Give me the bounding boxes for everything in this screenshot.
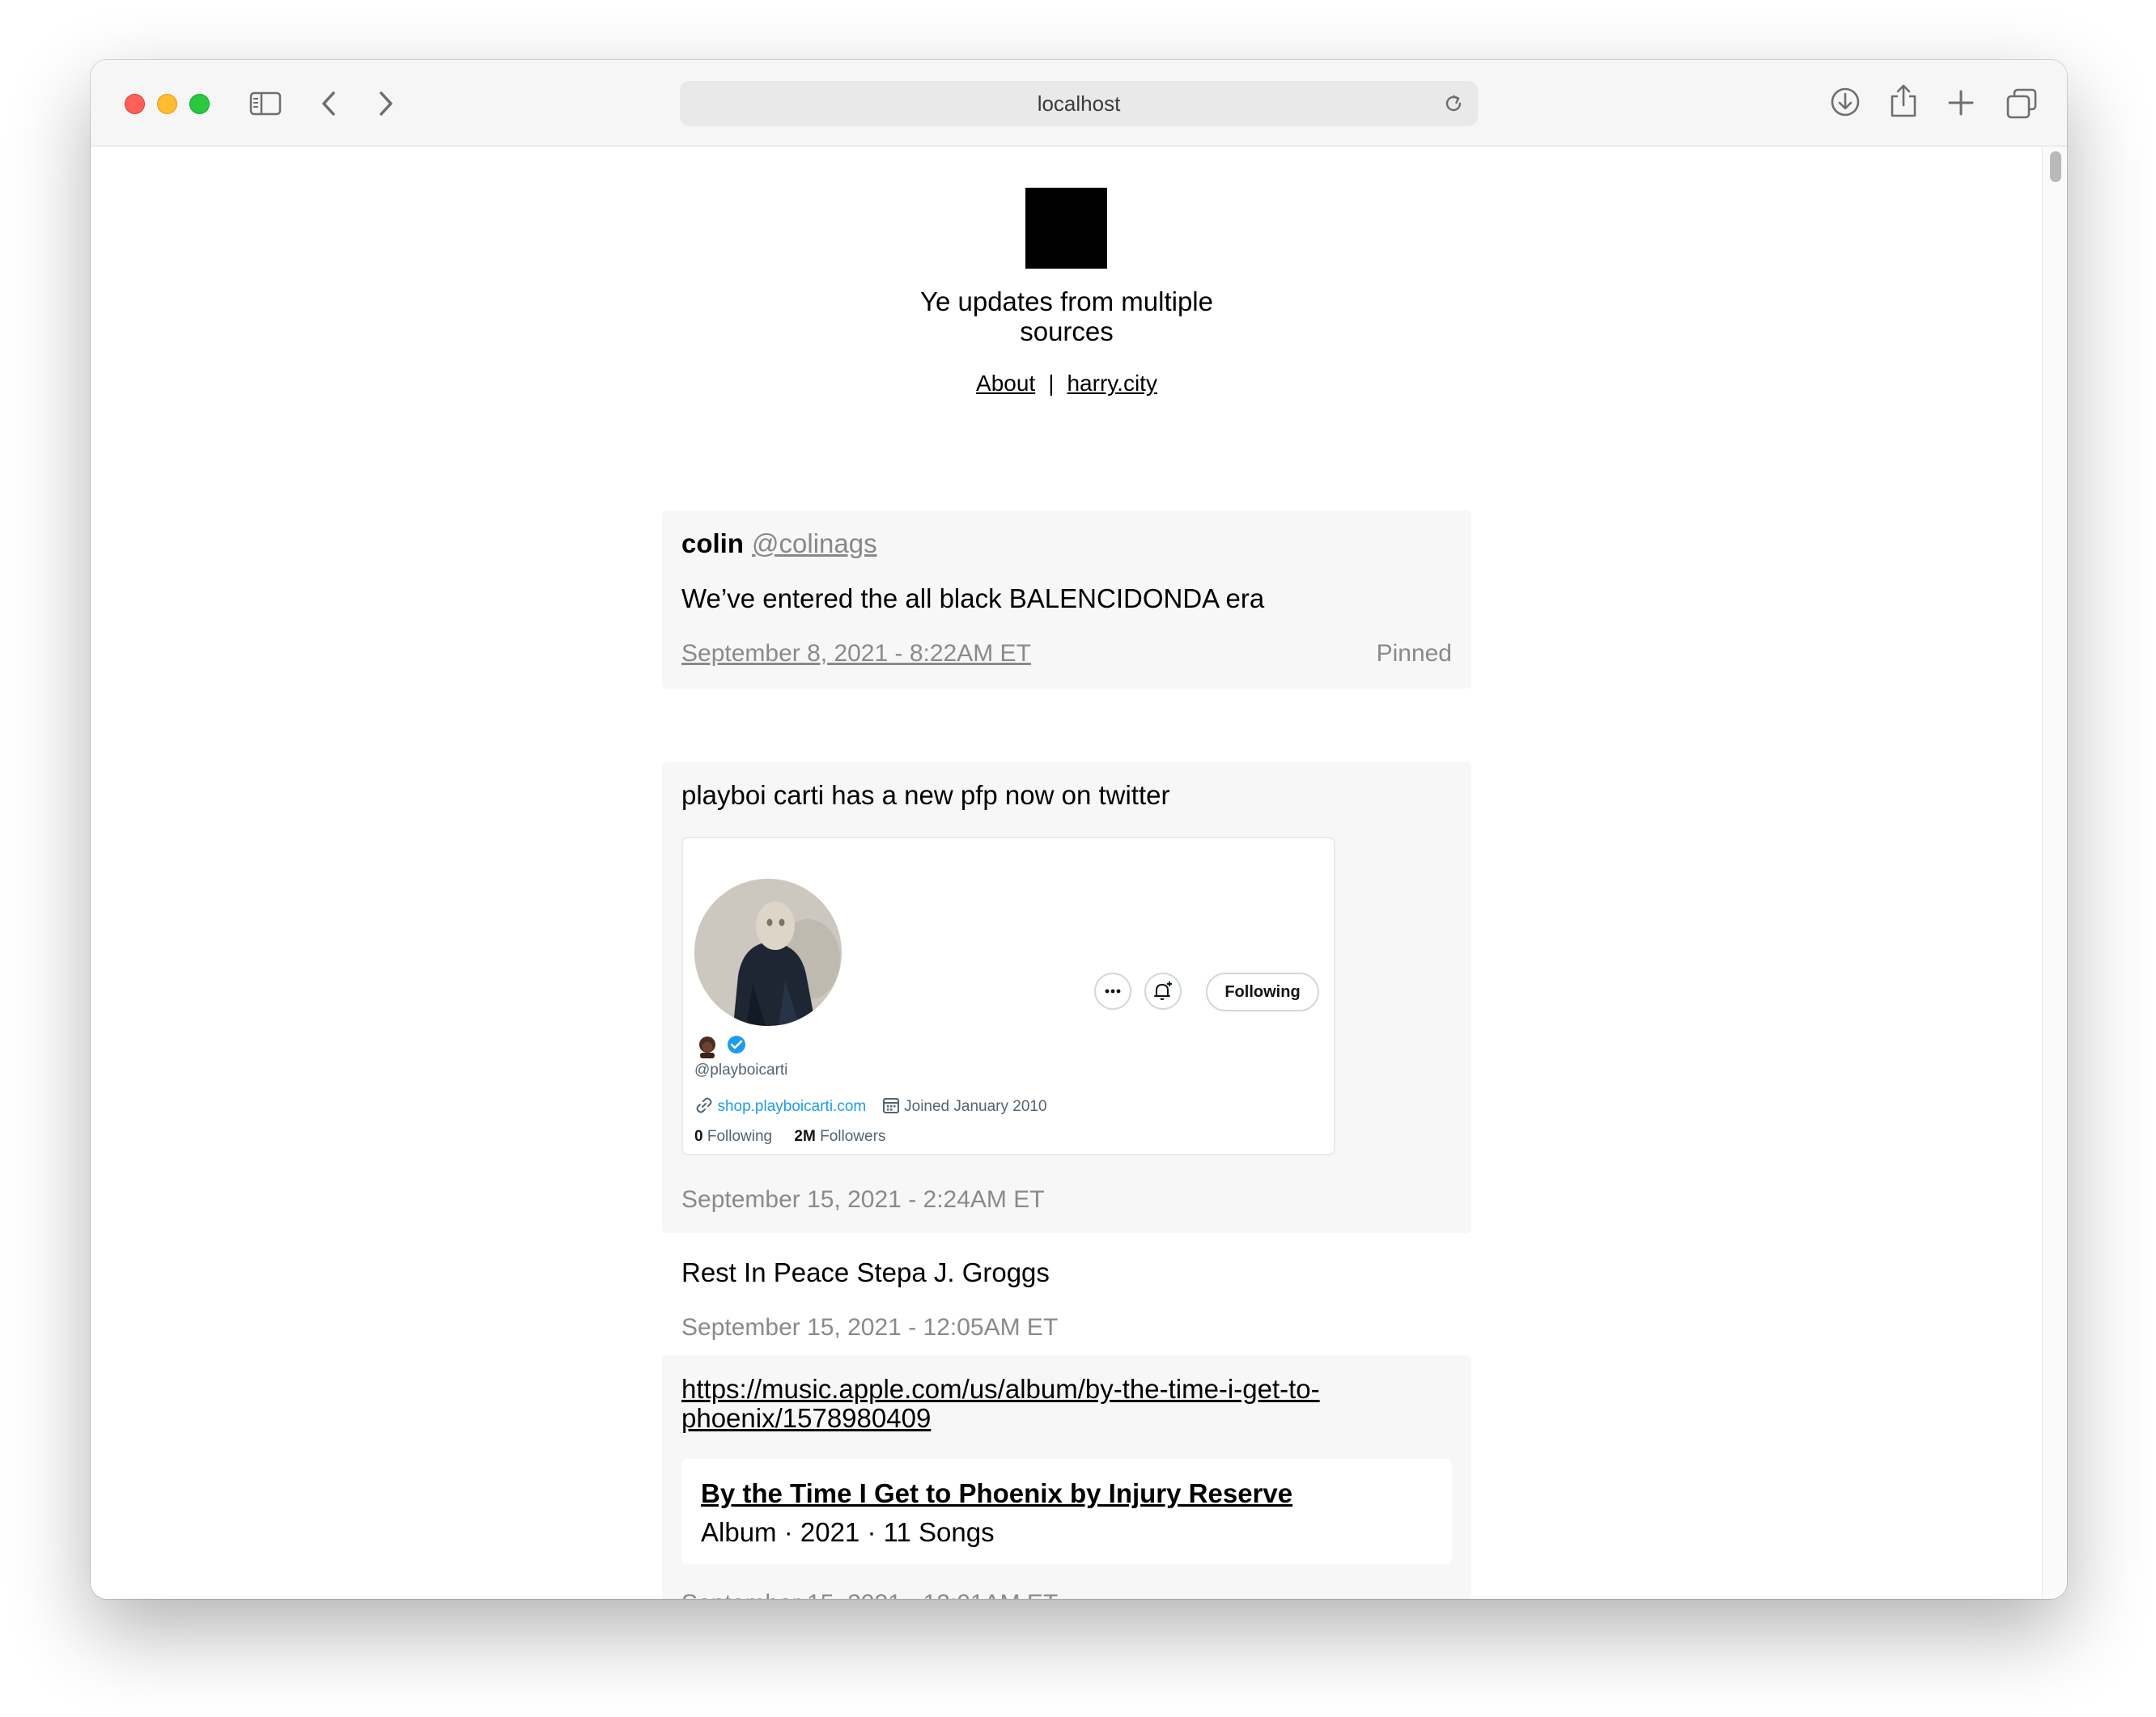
reload-icon[interactable] — [1442, 92, 1465, 115]
post-text: Rest In Peace Stepa J. Groggs — [681, 1257, 1050, 1287]
vertical-scrollbar[interactable] — [2042, 146, 2067, 1599]
followers-label[interactable]: Followers — [820, 1128, 885, 1145]
new-tab-plus-icon[interactable] — [1947, 89, 1975, 117]
album-preview-card[interactable]: By the Time I Get to Phoenix by Injury R… — [681, 1459, 1452, 1564]
site-tagline: Ye updates from multiple sources — [920, 286, 1213, 346]
post-card-plain: Rest In Peace Stepa J. Groggs September … — [662, 1233, 1471, 1355]
url-line-2[interactable]: phoenix/1578980409 — [681, 1404, 1320, 1433]
download-icon[interactable] — [1829, 86, 1861, 118]
profile-avatar — [694, 879, 842, 1026]
followers-count[interactable]: 2M — [794, 1128, 815, 1145]
pinned-label: Pinned — [1376, 640, 1452, 667]
about-link[interactable]: About — [976, 371, 1035, 396]
link-icon — [696, 1097, 712, 1113]
browser-toolbar: localhost — [91, 60, 2067, 147]
site-nav: About | harry.city — [824, 371, 1309, 396]
twitter-profile-screenshot: Following @playboicarti shop.playboicart… — [681, 837, 1335, 1155]
author-name: colin — [681, 528, 745, 558]
post-date: September 15, 2021 - 2:24AM ET — [681, 1186, 1045, 1213]
album-meta: Album · 2021 · 11 Songs — [701, 1517, 995, 1547]
tab-overview-icon[interactable] — [2005, 87, 2038, 120]
calendar-icon — [882, 1098, 899, 1113]
forward-chevron-icon[interactable] — [376, 89, 396, 118]
avatar-figure-image — [694, 879, 842, 1026]
page-content: Ye updates from multiple sources About | h… — [91, 146, 2043, 1599]
harry-city-link[interactable]: harry.city — [1067, 371, 1157, 396]
share-icon[interactable] — [1889, 83, 1918, 118]
nav-separator: | — [1048, 371, 1055, 396]
bell-plus-icon — [1154, 981, 1172, 1000]
profile-website-link[interactable]: shop.playboicarti.com — [717, 1098, 866, 1115]
more-dots-icon — [1105, 989, 1121, 994]
address-text: localhost — [1037, 91, 1121, 116]
name-emoji-verified-icon — [699, 1036, 745, 1058]
post-text: playboi carti has a new pfp now on twitt… — [681, 780, 1170, 810]
sidebar-toggle-icon[interactable] — [249, 91, 282, 117]
minimize-window-button[interactable] — [157, 94, 177, 114]
pinned-post-card: colin @colinags We’ve entered the all bla… — [662, 511, 1471, 689]
post-date: September 15, 2021 - 12:05AM ET — [681, 1314, 1059, 1341]
profile-joined-date: Joined January 2010 — [904, 1098, 1047, 1115]
following-label[interactable]: Following — [707, 1128, 772, 1145]
profile-stats: 0 Following 2M Followers — [694, 1128, 885, 1146]
notifications-button[interactable] — [1144, 973, 1182, 1010]
following-count[interactable]: 0 — [694, 1128, 703, 1145]
post-date-link[interactable]: September 8, 2021 - 8:22AM ET — [681, 640, 1031, 668]
scrollbar-thumb[interactable] — [2050, 151, 2061, 182]
post-card: playboi carti has a new pfp now on twitt… — [662, 762, 1471, 1233]
browser-window: localhost Ye updates from multiple sourc… — [91, 60, 2067, 1599]
profile-meta-row: shop.playboicarti.com Joined January 201… — [694, 1096, 1047, 1116]
post-author: colin @colinags — [681, 528, 877, 559]
following-button[interactable]: Following — [1206, 973, 1319, 1011]
author-handle-link[interactable]: @colinags — [752, 528, 877, 558]
address-bar[interactable]: localhost — [680, 81, 1478, 126]
zoom-window-button[interactable] — [189, 94, 210, 114]
link-post-card: https://music.apple.com/us/album/by-the-… — [662, 1355, 1471, 1599]
close-window-button[interactable] — [125, 94, 145, 114]
post-date: September 15, 2021 - 12:01AM ET — [681, 1590, 1058, 1599]
url-line-1[interactable]: https://music.apple.com/us/album/by-the-… — [681, 1375, 1320, 1404]
album-title-link[interactable]: By the Time I Get to Phoenix by Injury R… — [701, 1478, 1292, 1509]
more-options-button[interactable] — [1094, 973, 1131, 1010]
post-url-link[interactable]: https://music.apple.com/us/album/by-the-… — [681, 1375, 1320, 1433]
profile-handle: @playboicarti — [694, 1062, 788, 1079]
post-text: We’ve entered the all black BALENCIDONDA… — [681, 583, 1265, 613]
back-chevron-icon[interactable] — [319, 89, 338, 118]
site-logo — [1025, 188, 1107, 269]
